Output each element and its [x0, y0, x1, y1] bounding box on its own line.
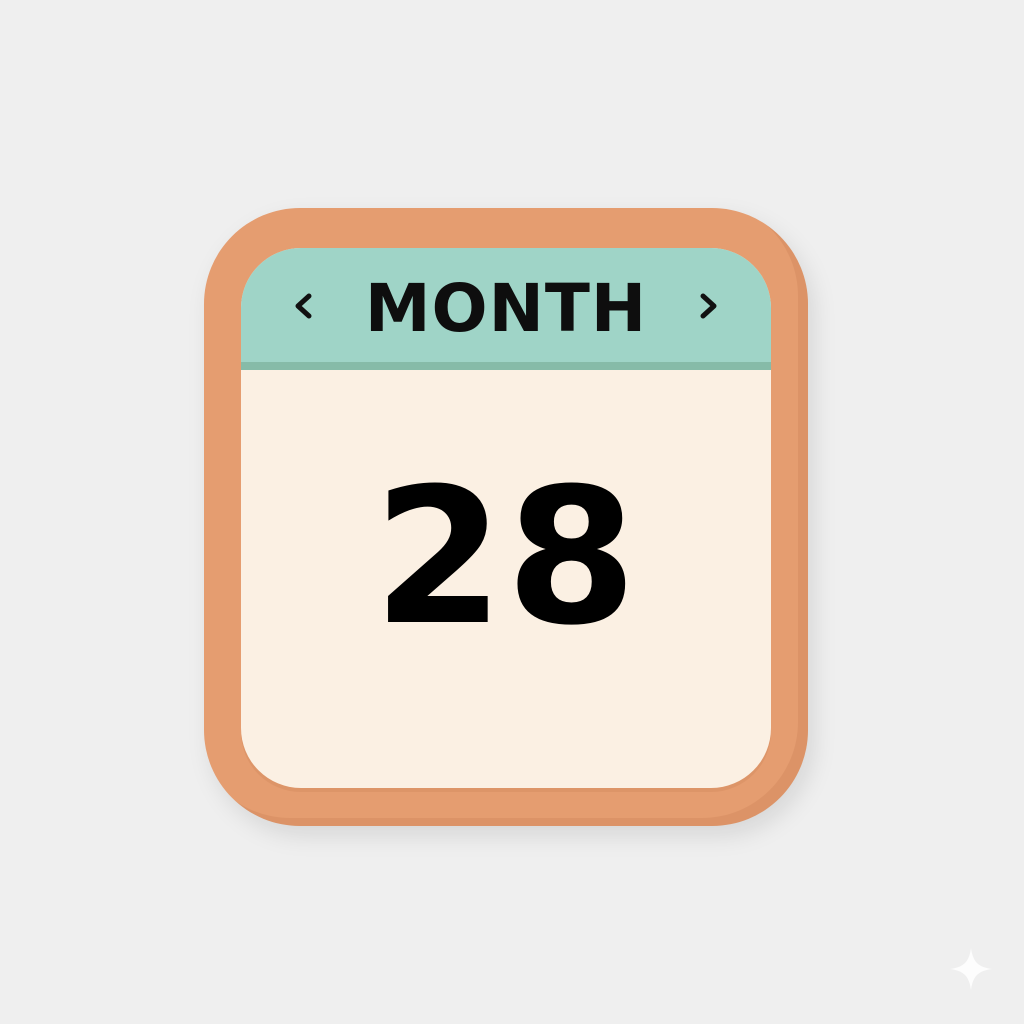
chevron-right-icon	[700, 293, 717, 319]
calendar-card: MONTH 28	[241, 248, 771, 788]
calendar-header: MONTH	[241, 248, 771, 370]
next-month-button[interactable]	[685, 280, 733, 332]
day-number: 28	[373, 448, 639, 667]
sparkle-icon	[950, 948, 992, 990]
calendar-widget: MONTH 28	[204, 208, 808, 826]
